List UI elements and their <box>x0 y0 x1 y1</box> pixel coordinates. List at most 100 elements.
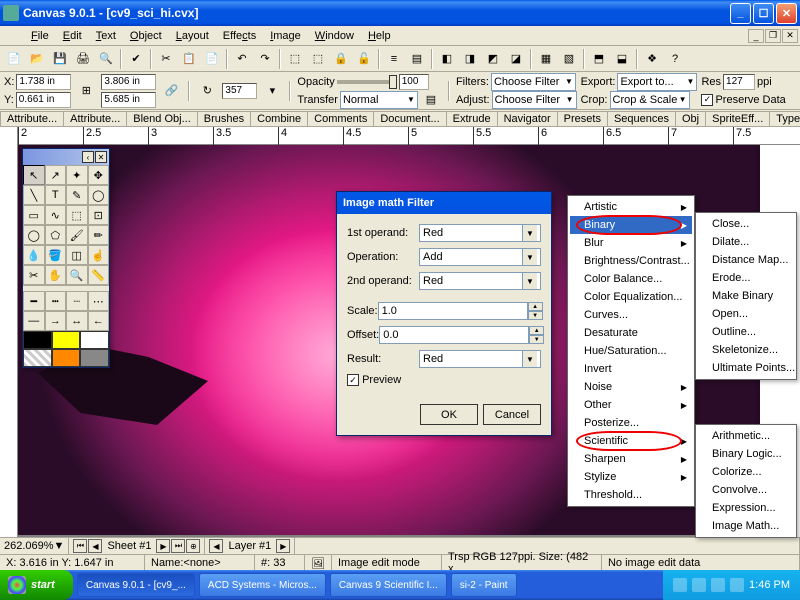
last-page-button[interactable]: ⏭ <box>171 539 185 553</box>
smudge-tool[interactable]: ☝ <box>88 245 110 265</box>
bucket-tool[interactable]: 🪣 <box>45 245 67 265</box>
taskbar-button[interactable]: Canvas 9 Scientific I... <box>330 573 447 597</box>
palette-tab[interactable]: Combine <box>250 111 308 126</box>
tool-g[interactable]: ⬒ <box>588 48 610 70</box>
tray-icon[interactable] <box>711 578 725 592</box>
toolbox-min-icon[interactable]: ‹ <box>82 151 94 163</box>
first-page-button[interactable]: ⏮ <box>73 539 87 553</box>
next-layer-button[interactable]: ▶ <box>276 539 290 553</box>
brush-tool[interactable]: 🖌 <box>66 225 88 245</box>
offset-up[interactable]: ▲ <box>529 326 544 335</box>
offset-down[interactable]: ▼ <box>529 335 544 344</box>
zoom-field[interactable]: 262.069% ▼ <box>0 538 69 554</box>
palette-tab[interactable]: Document... <box>373 111 446 126</box>
mdi-minimize[interactable]: _ <box>748 29 764 43</box>
swatch-none[interactable] <box>23 349 52 367</box>
eyedrop-tool[interactable]: 💧 <box>23 245 45 265</box>
palette-tab[interactable]: Brushes <box>197 111 251 126</box>
menu-item[interactable]: Other▶ <box>570 396 692 414</box>
tray-icon[interactable] <box>692 578 706 592</box>
dialog-title[interactable]: Image math Filter <box>337 192 551 214</box>
swatch-white[interactable] <box>80 331 109 349</box>
menu-item[interactable]: Ultimate Points... <box>698 359 794 377</box>
tool-b[interactable]: ◨ <box>459 48 481 70</box>
group-button[interactable]: ⬚ <box>284 48 306 70</box>
minimize-button[interactable]: _ <box>730 3 751 24</box>
palette-tab[interactable]: Sequences <box>607 111 676 126</box>
paste-button[interactable]: 📄 <box>201 48 223 70</box>
opacity-slider[interactable] <box>337 80 397 84</box>
menu-window[interactable]: Window <box>308 28 361 44</box>
erase-tool[interactable]: ◫ <box>66 245 88 265</box>
arrow-none[interactable]: — <box>23 311 45 331</box>
menu-item[interactable]: Invert <box>570 360 692 378</box>
copy-button[interactable]: 📋 <box>178 48 200 70</box>
menu-item[interactable]: Arithmetic... <box>698 427 794 445</box>
menu-item[interactable]: Close... <box>698 215 794 233</box>
tool-a[interactable]: ◧ <box>436 48 458 70</box>
menu-item[interactable]: Noise▶ <box>570 378 692 396</box>
menu-item[interactable]: Posterize... <box>570 414 692 432</box>
palette-tab[interactable]: Comments <box>307 111 374 126</box>
h-input[interactable] <box>101 92 156 108</box>
menu-item[interactable]: Outline... <box>698 323 794 341</box>
menu-item[interactable]: Color Equalization... <box>570 288 692 306</box>
unlock-button[interactable]: 🔓 <box>353 48 375 70</box>
menu-item[interactable]: Curves... <box>570 306 692 324</box>
tool-e[interactable]: ▦ <box>535 48 557 70</box>
menu-help[interactable]: Help <box>361 28 398 44</box>
stroke-dash-4[interactable]: ⋯ <box>88 291 110 311</box>
crop-combo[interactable]: Crop & Scale▼ <box>610 91 690 109</box>
menu-item[interactable]: Dilate... <box>698 233 794 251</box>
toolbox-titlebar[interactable]: ‹ ✕ <box>23 149 109 165</box>
marquee-tool[interactable]: ⬚ <box>66 205 88 225</box>
menu-item[interactable]: Artistic▶ <box>570 198 692 216</box>
taskbar-button[interactable]: Canvas 9.0.1 - [cv9_... <box>77 573 195 597</box>
taskbar-button[interactable]: ACD Systems - Micros... <box>199 573 326 597</box>
menu-item[interactable]: Make Binary <box>698 287 794 305</box>
menu-item[interactable]: Distance Map... <box>698 251 794 269</box>
rotate-input[interactable] <box>222 83 257 99</box>
add-page-button[interactable]: ⊕ <box>186 539 200 553</box>
swatch-gray[interactable] <box>80 349 109 367</box>
arrow-start[interactable]: ← <box>88 311 110 331</box>
move-tool[interactable]: ✥ <box>88 165 110 185</box>
arrow-both[interactable]: ↔ <box>66 311 88 331</box>
menu-item[interactable]: Skeletonize... <box>698 341 794 359</box>
transfer-extra-icon[interactable]: ▤ <box>420 89 442 111</box>
curve-tool[interactable]: ∿ <box>45 205 67 225</box>
menu-layout[interactable]: Layout <box>169 28 216 44</box>
scale-up[interactable]: ▲ <box>528 302 543 311</box>
scale-down[interactable]: ▼ <box>528 311 543 320</box>
tray-icon[interactable] <box>673 578 687 592</box>
hand-tool[interactable]: ✋ <box>45 265 67 285</box>
wand-tool[interactable]: ✦ <box>66 165 88 185</box>
menu-item[interactable]: Threshold... <box>570 486 692 504</box>
menu-item[interactable]: Brightness/Contrast... <box>570 252 692 270</box>
cut-button[interactable]: ✂ <box>155 48 177 70</box>
adjust-combo[interactable]: Choose Filter▼ <box>492 91 577 109</box>
offset-input[interactable] <box>379 326 529 344</box>
ok-button[interactable]: OK <box>420 404 478 425</box>
tool-d[interactable]: ◪ <box>505 48 527 70</box>
palette-tab[interactable]: Type <box>769 111 800 126</box>
menu-text[interactable]: Text <box>89 28 123 44</box>
start-button[interactable]: start <box>0 570 73 600</box>
menu-item[interactable]: Blur▶ <box>570 234 692 252</box>
menu-item[interactable]: Stylize▶ <box>570 468 692 486</box>
export-combo[interactable]: Export to...▼ <box>617 73 697 91</box>
menu-item[interactable]: Sharpen▶ <box>570 450 692 468</box>
prev-page-button[interactable]: ◀ <box>88 539 102 553</box>
palette-tab[interactable]: Attribute... <box>0 111 64 126</box>
rect-tool[interactable]: ▭ <box>23 205 45 225</box>
menu-object[interactable]: Object <box>123 28 169 44</box>
menu-item[interactable]: Erode... <box>698 269 794 287</box>
menu-item[interactable]: Convolve... <box>698 481 794 499</box>
preview-checkbox[interactable]: ✓ <box>347 374 359 386</box>
preview-button[interactable]: 🔍 <box>95 48 117 70</box>
palette-tab[interactable]: Presets <box>557 111 608 126</box>
res-input[interactable] <box>723 74 755 90</box>
menu-item[interactable]: Color Balance... <box>570 270 692 288</box>
x-input[interactable] <box>16 74 71 90</box>
tool-f[interactable]: ▧ <box>558 48 580 70</box>
